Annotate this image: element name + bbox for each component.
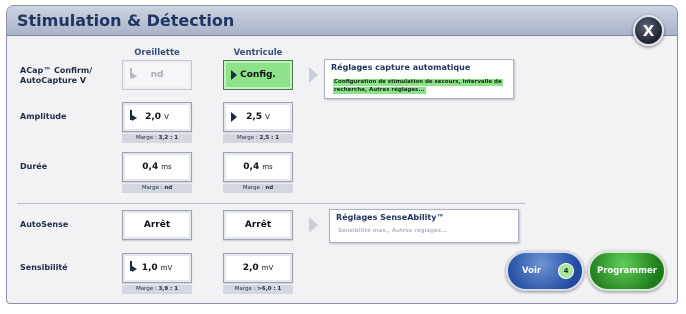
play-triangle-icon [231,70,237,80]
row-label-sensibilite: Sensibilité [20,263,68,272]
sensibilite-ventricle-button[interactable]: 2,0 mV [223,253,293,283]
autosense-atrium-button[interactable]: Arrêt [122,210,192,240]
paced-marker-icon [130,110,138,122]
senseability-settings-panel[interactable]: Réglages SenseAbility™ Sensibilité max.,… [329,209,519,243]
close-button[interactable]: X [633,15,664,46]
acap-atrium-button[interactable]: nd [122,60,192,90]
senseability-settings-title: Réglages SenseAbility™ [336,213,445,222]
sensibilite-ventricle-margin: Marge : >6,0 : 1 [223,285,293,294]
duree-atrium-button[interactable]: 0,4 ms [122,152,192,182]
row-label-acap: ACap™ Confirm/ AutoCapture V [20,66,93,85]
voir-count-badge: 4 [558,263,574,279]
row-label-autosense: AutoSense [20,220,69,229]
arrow-right-icon [309,67,318,83]
window-title: Stimulation & Détection [17,11,235,30]
play-triangle-icon [231,112,237,122]
section-divider [17,203,525,204]
capture-settings-subtext-2: recherche, Autres réglages... [333,87,426,94]
duree-ventricle-margin: Marge : nd [223,184,293,193]
duree-atrium-margin: Marge : nd [122,184,192,193]
amplitude-atrium-button[interactable]: 2,0 V [122,102,192,132]
row-label-duree: Durée [20,162,48,171]
capture-settings-subtext-1: Configuration de stimulation de secours,… [333,79,503,86]
capture-settings-panel[interactable]: Réglages capture automatique Configurati… [324,59,514,99]
voir-button[interactable]: Voir 4 [506,251,584,291]
amplitude-atrium-margin: Marge : 3,2 : 1 [122,134,192,143]
sensibilite-atrium-button[interactable]: 1,0 mV [122,253,192,283]
column-header-ventricle: Ventricule [233,48,283,58]
arrow-right-icon [309,217,318,233]
senseability-settings-subtext: Sensibilité max., Autres réglages... [338,228,448,234]
autosense-ventricle-button[interactable]: Arrêt [223,210,293,240]
row-label-amplitude: Amplitude [20,112,67,121]
amplitude-ventricle-margin: Marge : 2,5 : 1 [223,134,293,143]
sensibilite-atrium-margin: Marge : 3,9 : 1 [122,285,192,294]
duree-ventricle-button[interactable]: 0,4 ms [223,152,293,182]
capture-settings-title: Réglages capture automatique [331,63,471,72]
paced-marker-icon [130,68,138,80]
program-button[interactable]: Programmer [588,251,666,291]
title-bar: Stimulation & Détection [7,6,677,36]
amplitude-ventricle-button[interactable]: 2,5 V [223,102,293,132]
acap-ventricle-config-button[interactable]: Config. [223,60,293,90]
column-header-atrium: Oreillette [134,48,180,58]
close-icon: X [642,21,655,40]
sensed-marker-icon [130,261,138,273]
